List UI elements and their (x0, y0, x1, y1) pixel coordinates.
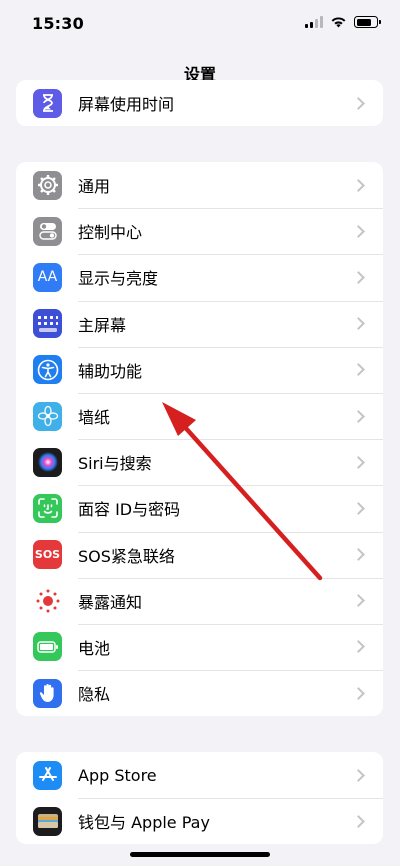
settings-row-label: 墙纸 (78, 408, 111, 428)
settings-row-face-id[interactable]: 面容 ID与密码 (16, 485, 383, 531)
settings-row-label: 控制中心 (78, 223, 143, 243)
settings-row-emergency-sos[interactable]: SOS SOS紧急联络 (16, 531, 383, 578)
settings-row-display[interactable]: AA 显示与亮度 (16, 254, 383, 300)
wallpaper-flower-icon (33, 401, 62, 431)
settings-row-home-screen[interactable]: 主屏幕 (16, 300, 383, 347)
app-store-icon (33, 760, 62, 790)
chevron-right-icon (352, 548, 365, 561)
chevron-right-icon (352, 409, 365, 423)
settings-group-screen-time: 屏幕使用时间 (16, 80, 383, 126)
gear-icon (33, 170, 62, 200)
settings-row-label: 通用 (78, 177, 111, 197)
home-grid-icon (33, 309, 62, 339)
settings-row-label: Siri与搜索 (78, 454, 152, 474)
settings-row-siri[interactable]: Siri与搜索 (16, 439, 383, 485)
toggles-icon (33, 216, 62, 246)
chevron-right-icon (352, 178, 365, 192)
settings-row-label: SOS紧急联络 (78, 546, 175, 566)
settings-row-app-store[interactable]: App Store (16, 752, 383, 798)
hourglass-icon (33, 88, 62, 118)
chevron-right-icon (352, 768, 365, 782)
battery-status-icon (354, 16, 381, 28)
settings-row-label: App Store (78, 765, 157, 785)
cellular-signal-icon (305, 16, 323, 28)
aa-icon: AA (33, 262, 62, 292)
settings-group-apps: App Store 钱包与 Apple Pay (16, 752, 383, 845)
status-time: 15:30 (32, 14, 84, 33)
chevron-right-icon (352, 363, 365, 377)
settings-row-label: 电池 (78, 638, 111, 658)
settings-row-battery[interactable]: 电池 (16, 623, 383, 670)
chevron-right-icon (352, 502, 365, 515)
settings-row-label: 屏幕使用时间 (78, 95, 175, 114)
wallet-icon (33, 806, 62, 836)
chevron-right-icon (352, 594, 365, 608)
settings-row-wallpaper[interactable]: 墙纸 (16, 392, 383, 439)
face-id-icon (33, 493, 62, 523)
settings-row-accessibility[interactable]: 辅助功能 (16, 346, 383, 393)
settings-group-main: 通用 控制中心 AA 显示与亮度 主屏幕 辅助功能 墙纸 Siri与搜索 面容 … (16, 162, 383, 717)
settings-row-privacy[interactable]: 隐私 (16, 670, 383, 716)
hand-icon (33, 678, 62, 708)
chevron-right-icon (352, 814, 365, 828)
sos-icon: SOS (33, 540, 62, 570)
settings-row-label: 钱包与 Apple Pay (78, 813, 210, 833)
settings-row-general[interactable]: 通用 (16, 162, 383, 208)
siri-icon (33, 447, 62, 477)
wifi-icon (331, 17, 346, 28)
status-icons (305, 16, 381, 28)
chevron-right-icon (352, 686, 365, 700)
settings-row-exposure-notifications[interactable]: 暴露通知 (16, 577, 383, 624)
chevron-right-icon (352, 640, 365, 654)
status-bar: 15:30 (0, 0, 400, 48)
exposure-icon (33, 586, 62, 616)
settings-row-label: 暴露通知 (78, 592, 143, 612)
chevron-right-icon (352, 317, 365, 331)
settings-row-label: 显示与亮度 (78, 269, 159, 289)
home-indicator[interactable] (130, 852, 270, 857)
settings-row-label: 面容 ID与密码 (78, 500, 181, 520)
settings-row-wallet[interactable]: 钱包与 Apple Pay (16, 798, 383, 844)
chevron-right-icon (352, 271, 365, 284)
chevron-right-icon (352, 455, 365, 469)
settings-row-control-center[interactable]: 控制中心 (16, 208, 383, 254)
settings-row-screen-time[interactable]: 屏幕使用时间 (16, 80, 383, 126)
accessibility-icon (33, 355, 62, 385)
settings-row-label: 主屏幕 (78, 315, 127, 335)
chevron-right-icon (352, 224, 365, 238)
chevron-right-icon (352, 96, 365, 110)
settings-row-label: 辅助功能 (78, 361, 143, 381)
settings-row-label: 隐私 (78, 685, 111, 705)
battery-icon (33, 632, 62, 662)
